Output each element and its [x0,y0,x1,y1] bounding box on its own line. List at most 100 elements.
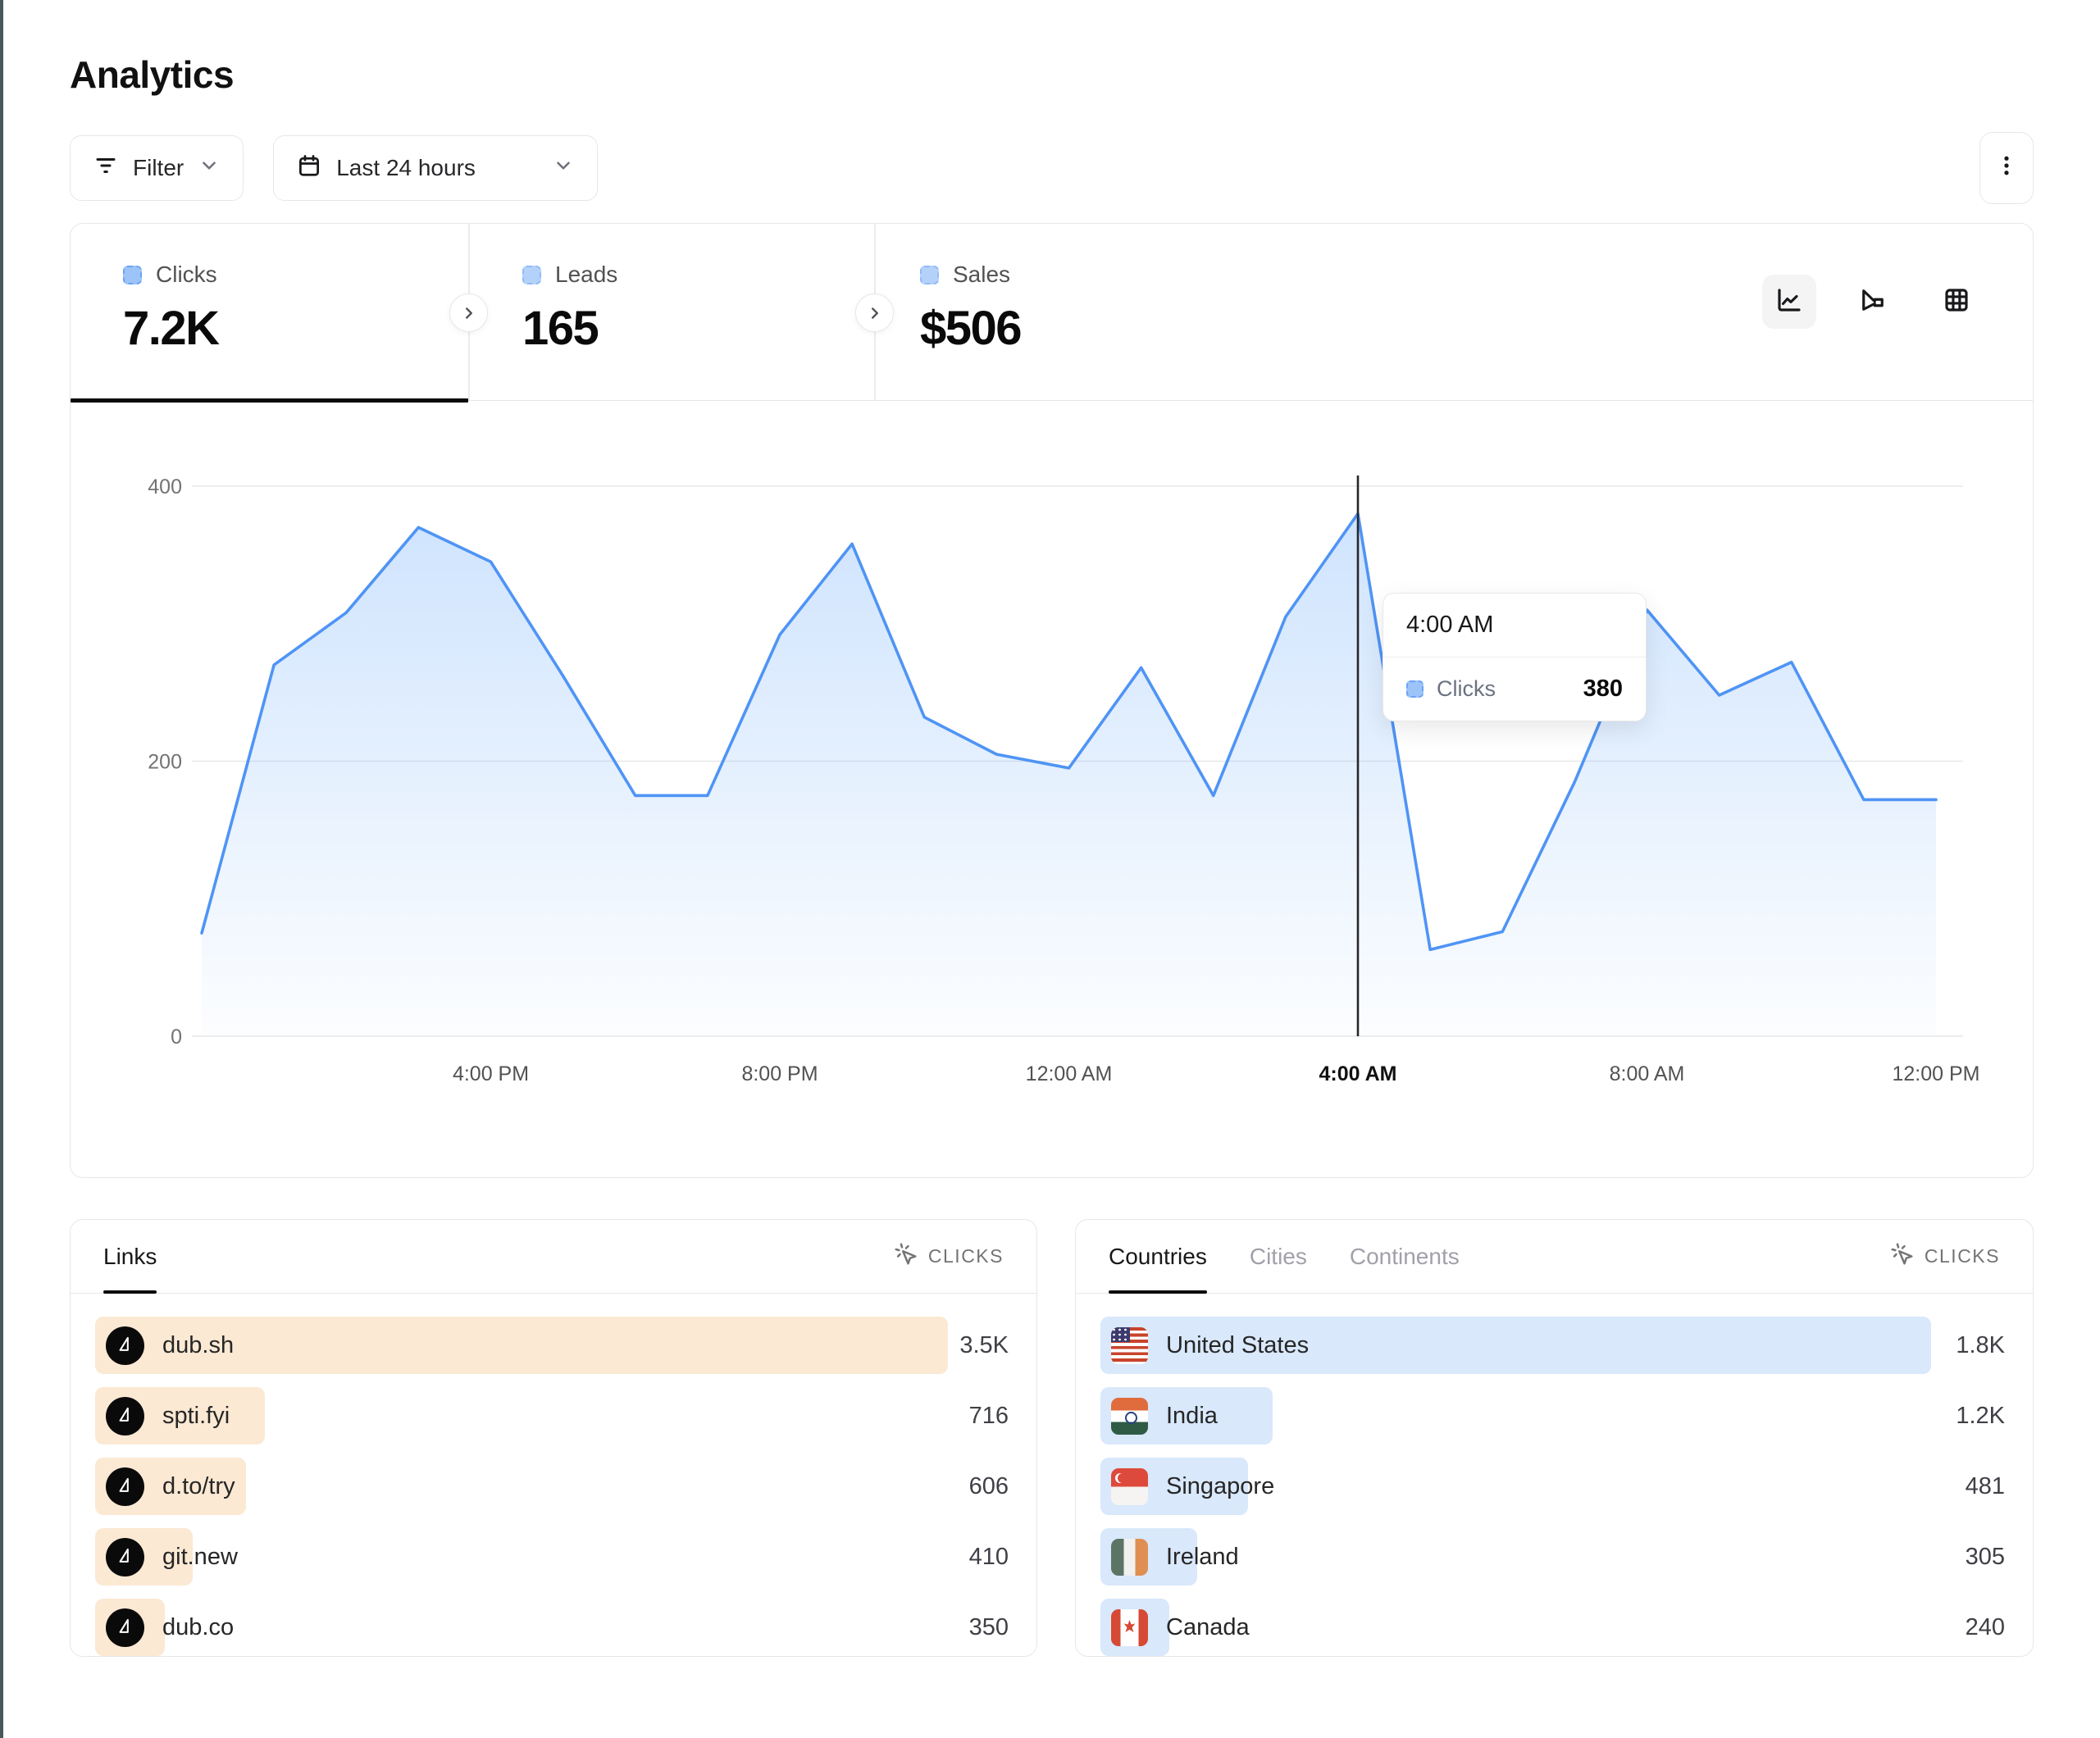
row-value: 716 [969,1403,1009,1430]
links-list: dub.sh 3.5K spti.fyi 716 d.to/try 606 git.new 4… [71,1294,1036,1656]
us-flag-icon [1111,1327,1148,1364]
toolbar: Filter Last 24 hours [70,131,2034,205]
list-item[interactable]: Canada 240 [1100,1599,2008,1656]
list-item[interactable]: spti.fyi 716 [95,1387,1012,1445]
line-chart-icon [1774,285,1804,319]
line-chart-view-button[interactable] [1762,275,1816,329]
row-value: 1.8K [1956,1332,2005,1359]
row-label: git.new [162,1544,238,1571]
x-axis-label: 4:00 AM [1319,1062,1397,1085]
row-label: Canada [1166,1614,1250,1641]
stat-label: Sales [953,262,1010,288]
analytics-card: Clicks 7.2K Leads 165 Sales $506 [70,223,2034,1178]
tab-countries[interactable]: Countries [1109,1220,1207,1293]
list-item[interactable]: Ireland 305 [1100,1528,2008,1586]
tooltip-legend-swatch [1406,680,1424,698]
dub-logo-icon [106,1397,144,1435]
stat-value: 165 [522,301,874,356]
row-label: Singapore [1166,1473,1274,1500]
y-axis-label: 0 [171,1026,182,1049]
row-value: 410 [969,1544,1009,1571]
expand-leads-button[interactable] [449,293,488,332]
tab-sales[interactable]: Sales $506 [874,224,1272,400]
ca-flag-icon [1111,1609,1148,1646]
stat-value: $506 [920,301,1272,356]
list-item[interactable]: git.new 410 [95,1528,1012,1586]
leads-legend-swatch [522,266,541,284]
tooltip-time: 4:00 AM [1383,594,1646,657]
tooltip-value: 380 [1583,676,1623,703]
stats-row: Clicks 7.2K Leads 165 Sales $506 [71,224,2033,401]
links-metric-toggle[interactable]: CLICKS [894,1242,1004,1272]
countries-panel: Countries Cities Continents CLICKS Unite… [1075,1219,2034,1657]
row-label: India [1166,1403,1218,1430]
row-value: 350 [969,1614,1009,1641]
tab-continents[interactable]: Continents [1350,1220,1460,1293]
table-view-button[interactable] [1929,275,1984,329]
y-axis-label: 200 [148,751,182,774]
row-label: United States [1166,1332,1309,1359]
row-value: 240 [1966,1614,2005,1641]
chart-tooltip: 4:00 AM Clicks 380 [1383,593,1647,721]
row-value: 606 [969,1473,1009,1500]
more-menu-button[interactable] [1979,132,2034,204]
area-chart-canvas: 0 200 400 4:00 PM 8:00 PM 12:00 AM 4:00 AM 8:00… [71,431,2032,1095]
chevron-down-icon [198,155,220,182]
tooltip-series-label: Clicks [1437,676,1496,702]
page-title: Analytics [70,52,2034,97]
x-axis-label: 8:00 AM [1610,1062,1685,1085]
countries-panel-header: Countries Cities Continents CLICKS [1076,1220,2033,1294]
filter-button[interactable]: Filter [70,135,244,201]
list-item[interactable]: United States 1.8K [1100,1317,2008,1374]
analytics-page: Analytics Filter Last 24 hours [0,0,2100,1657]
dub-logo-icon [106,1467,144,1506]
row-label: dub.sh [162,1332,234,1359]
x-axis-label: 8:00 PM [741,1062,818,1085]
x-axis-label: 4:00 PM [453,1062,529,1085]
cursor-click-icon [1890,1242,1915,1272]
list-item[interactable]: dub.sh 3.5K [95,1317,1012,1374]
row-label: spti.fyi [162,1403,230,1430]
list-item[interactable]: dub.co 350 [95,1599,1012,1656]
x-axis-label: 12:00 AM [1026,1062,1113,1085]
tab-clicks[interactable]: Clicks 7.2K [71,224,468,400]
countries-metric-toggle[interactable]: CLICKS [1890,1242,2000,1272]
area-fill [202,514,1936,1036]
sales-legend-swatch [920,266,939,284]
row-value: 3.5K [959,1332,1009,1359]
tab-links[interactable]: Links [103,1220,157,1293]
chart-view-toggles [1762,275,1984,329]
clicks-chart[interactable]: 0 200 400 4:00 PM 8:00 PM 12:00 AM 4:00 AM 8:00… [71,401,2033,1177]
tab-cities[interactable]: Cities [1250,1220,1307,1293]
row-value: 305 [1966,1544,2005,1571]
filter-icon [93,153,118,184]
row-label: Ireland [1166,1544,1239,1571]
row-label: dub.co [162,1614,234,1641]
in-flag-icon [1111,1398,1148,1435]
list-item[interactable]: Singapore481 [1100,1458,2008,1515]
kebab-menu-icon [1994,153,2019,184]
list-item[interactable]: d.to/try 606 [95,1458,1012,1515]
date-range-label: Last 24 hours [336,155,476,181]
links-panel-header: Links CLICKS [71,1220,1036,1294]
sg-flag-icon [1111,1468,1148,1505]
calendar-icon [297,153,321,184]
table-grid-icon [1942,285,1971,319]
window-edge [0,0,3,1738]
stat-label: Leads [555,262,617,288]
y-axis-label: 400 [148,475,182,498]
dub-logo-icon [106,1326,144,1365]
tab-leads[interactable]: Leads 165 [468,224,874,400]
expand-sales-button[interactable] [855,293,894,332]
date-range-button[interactable]: Last 24 hours [273,135,598,201]
links-panel: Links CLICKS dub.sh 3.5K spti.fyi 716 d.to/t… [70,1219,1037,1657]
list-item[interactable]: India1.2K [1100,1387,2008,1445]
clicks-legend-swatch [123,266,142,284]
stat-label: Clicks [156,262,217,288]
dub-logo-icon [106,1538,144,1576]
row-label: d.to/try [162,1473,235,1500]
x-axis-label: 12:00 PM [1892,1062,1979,1085]
ie-flag-icon [1111,1539,1148,1576]
funnel-view-button[interactable] [1846,275,1900,329]
funnel-chart-icon [1858,285,1888,319]
